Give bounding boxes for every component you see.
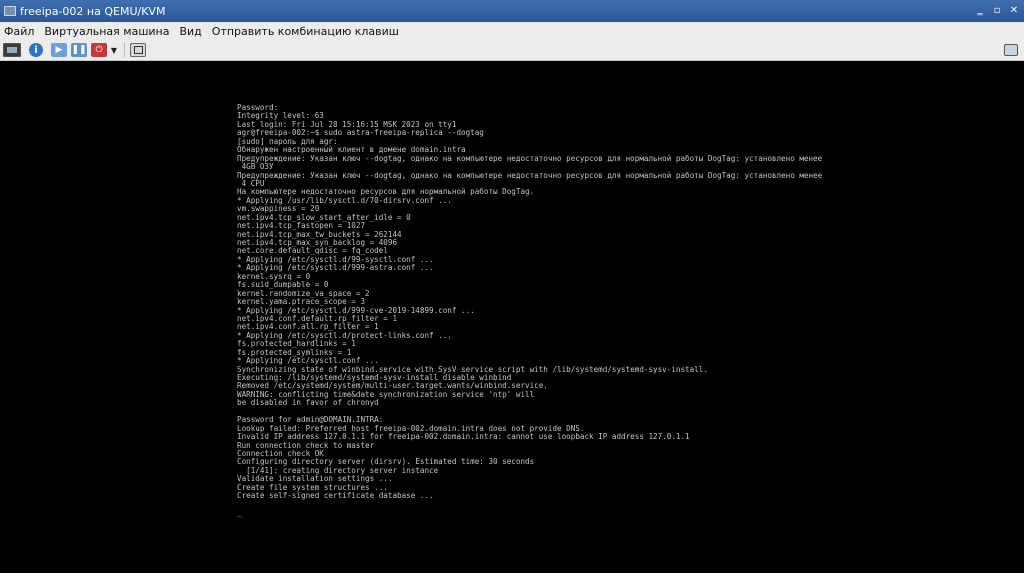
terminal-line: Create self-signed certificate database … [237,491,434,501]
info-icon[interactable]: i [29,43,43,57]
terminal-output: Password: Integrity level: 63 Last login: … [237,103,823,517]
fullscreen-icon[interactable] [130,43,146,57]
power-icon[interactable]: ⏻ [91,43,107,57]
terminal-line: Password: [237,103,279,112]
screen-resize-icon[interactable] [1004,44,1018,56]
maximize-icon[interactable]: ▫ [990,4,1004,18]
terminal-line: Предупреждение: Указан ключ --dogtag, од… [237,153,823,163]
pause-icon[interactable]: ❚❚ [71,43,87,57]
window-title: freeipa-002 на QEMU/KVM [20,4,166,18]
menu-send-key[interactable]: Отправить комбинацию клавиш [208,25,405,38]
terminal-line: * Applying /etc/sysctl.d/999-astra.conf … [237,263,434,273]
terminal-line: Run connection check to master [237,440,375,450]
vm-viewer-window: freeipa-002 на QEMU/KVM ‗ ▫ ✕ Файл Вирту… [0,0,1024,573]
monitor-icon[interactable] [3,43,21,57]
vm-console-display[interactable]: Password: Integrity level: 63 Last login: … [0,61,1024,573]
chevron-down-icon[interactable]: ▼ [109,43,119,57]
toolbar: i ▶ ❚❚ ⏻ ▼ [0,40,1024,61]
window-controls: ‗ ▫ ✕ [970,4,1021,18]
play-icon[interactable]: ▶ [51,43,67,57]
toolbar-separator [124,43,125,57]
menu-file[interactable]: Файл [0,25,40,38]
terminal-line: _ [237,508,242,517]
terminal-line: be disabled in favor of chronyd [237,398,379,408]
minimize-icon[interactable]: ‗ [973,4,987,18]
app-icon [4,6,16,16]
menu-view[interactable]: Вид [175,25,207,38]
title-bar[interactable]: freeipa-002 на QEMU/KVM ‗ ▫ ✕ [0,0,1024,23]
terminal-line: Предупреждение: Указан ключ --dogtag, од… [237,170,823,180]
menu-virtual-machine[interactable]: Виртуальная машина [40,25,175,38]
close-icon[interactable]: ✕ [1007,4,1021,18]
menu-bar: Файл Виртуальная машина Вид Отправить ко… [0,22,1024,40]
terminal-line: * Applying /usr/lib/sysctl.d/70-dirsrv.c… [237,195,452,205]
